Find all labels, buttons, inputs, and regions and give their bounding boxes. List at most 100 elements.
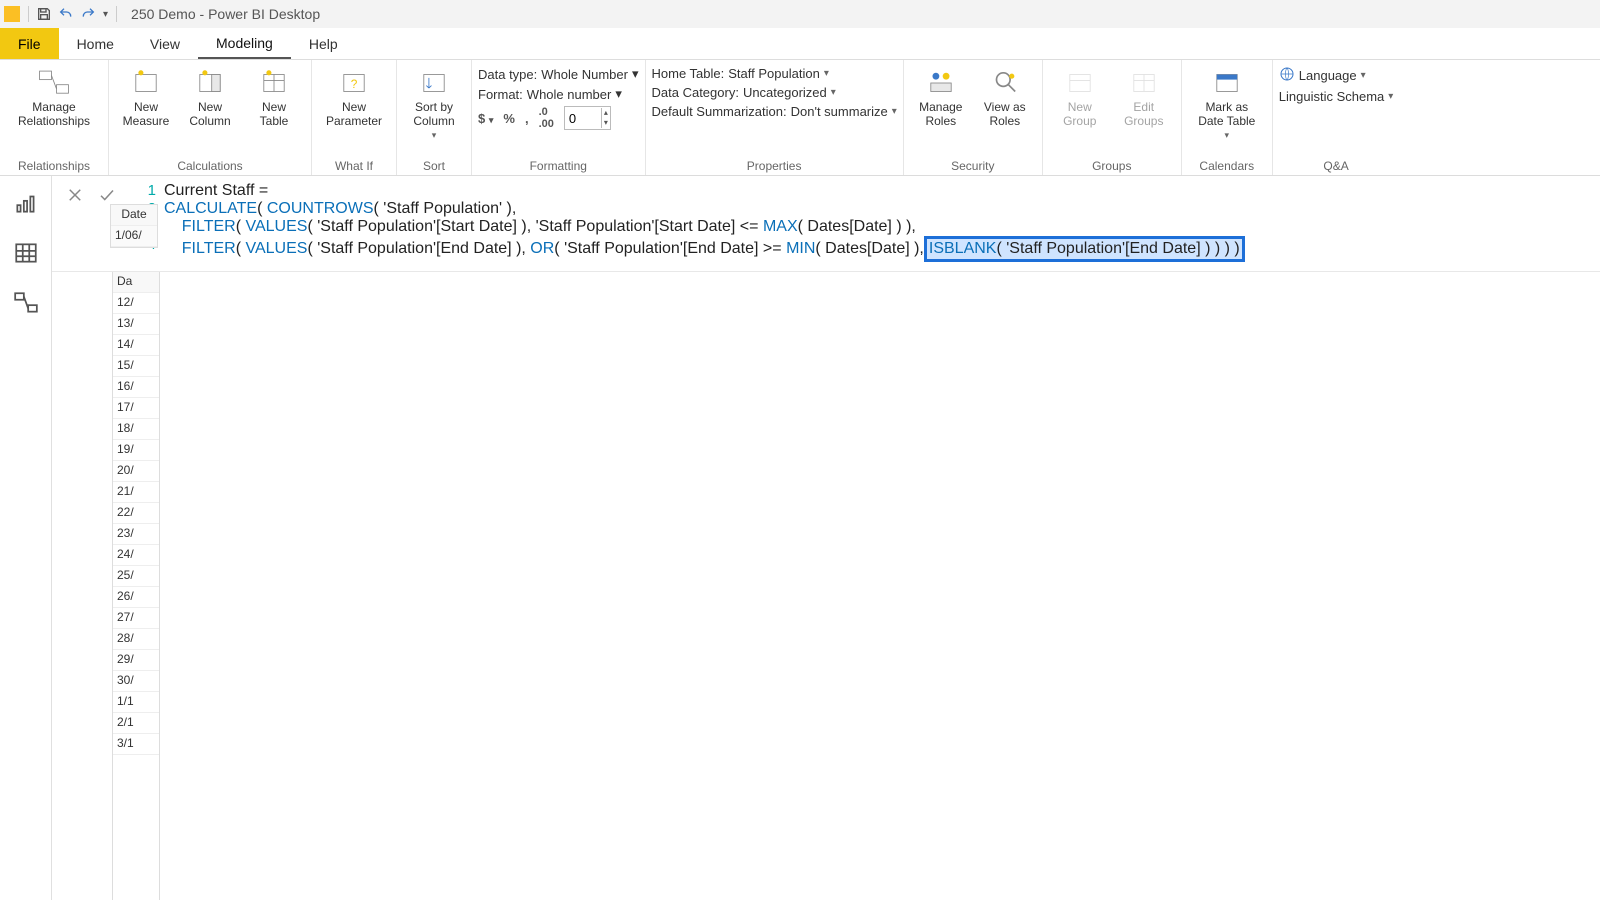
- viewas-icon: [988, 66, 1022, 100]
- grid-row[interactable]: 16/: [113, 377, 159, 398]
- cancel-formula-button[interactable]: [62, 182, 88, 208]
- new-parameter-button[interactable]: ? New Parameter: [318, 64, 390, 128]
- manage-relationships-label: Manage Relationships: [18, 100, 90, 128]
- grid-row[interactable]: 30/: [113, 671, 159, 692]
- chevron-down-icon: ▾: [615, 86, 622, 102]
- sort-icon: [417, 66, 451, 100]
- linguistic-schema-dropdown[interactable]: Linguistic Schema ▾: [1279, 89, 1394, 104]
- formula-highlight: ISBLANK( 'Staff Population'[End Date] ) …: [924, 236, 1245, 262]
- column-header-date[interactable]: Date: [111, 205, 157, 226]
- data-grid-col2[interactable]: Da 12/13/14/15/16/17/18/19/20/21/22/23/2…: [112, 272, 160, 900]
- grid-row[interactable]: 26/: [113, 587, 159, 608]
- ribbon-group-sort: Sort by Column ▾ Sort: [397, 60, 472, 175]
- qat-divider-2: [116, 6, 117, 22]
- data-grid-col-date[interactable]: Date 1/06/: [110, 204, 158, 248]
- undo-icon[interactable]: [55, 3, 77, 25]
- grid-row[interactable]: 1/1: [113, 692, 159, 713]
- ribbon: Manage Relationships Relationships New M…: [0, 60, 1600, 176]
- ribbon-group-properties: Home Table: Staff Population ▾ Data Cate…: [646, 60, 904, 175]
- thousands-button[interactable]: ,: [525, 111, 529, 126]
- globe-icon: [1279, 66, 1295, 85]
- grid-row[interactable]: 12/: [113, 293, 159, 314]
- parameter-icon: ?: [337, 66, 371, 100]
- measure-icon: [129, 66, 163, 100]
- main-area: 1 Current Staff = 2 CALCULATE( COUNTROWS…: [52, 176, 1600, 900]
- grid-row[interactable]: 3/1: [113, 734, 159, 755]
- decimal-places-input[interactable]: ▴▾: [564, 106, 611, 130]
- tab-view[interactable]: View: [132, 28, 198, 59]
- window-title: 250 Demo - Power BI Desktop: [131, 6, 320, 22]
- relationships-icon: [37, 66, 71, 100]
- currency-button[interactable]: $ ▾: [478, 111, 493, 126]
- edit-groups-icon: [1127, 66, 1161, 100]
- home-table-dropdown[interactable]: Home Table: Staff Population ▾: [652, 66, 897, 81]
- tab-file[interactable]: File: [0, 28, 59, 59]
- data-view-icon[interactable]: [13, 240, 39, 266]
- grid-row[interactable]: 20/: [113, 461, 159, 482]
- new-table-button[interactable]: New Table: [243, 64, 305, 128]
- formula-bar: 1 Current Staff = 2 CALCULATE( COUNTROWS…: [52, 176, 1600, 272]
- chevron-down-icon: ▾: [892, 106, 897, 117]
- ribbon-group-whatif: ? New Parameter What If: [312, 60, 397, 175]
- manage-relationships-button[interactable]: Manage Relationships: [6, 64, 102, 128]
- group-label-relationships: Relationships: [18, 159, 90, 173]
- grid-row[interactable]: 21/: [113, 482, 159, 503]
- default-summarization-dropdown[interactable]: Default Summarization: Don't summarize ▾: [652, 104, 897, 119]
- chevron-down-icon: ▾: [1361, 70, 1366, 81]
- qat-customize-icon[interactable]: ▾: [99, 9, 112, 20]
- grid-row[interactable]: 1/06/: [111, 226, 157, 247]
- mark-as-date-table-button[interactable]: Mark as Date Table ▾: [1188, 64, 1266, 142]
- edit-groups-button: Edit Groups: [1113, 64, 1175, 128]
- ribbon-group-calendars: Mark as Date Table ▾ Calendars: [1182, 60, 1273, 175]
- grid-row[interactable]: 17/: [113, 398, 159, 419]
- chevron-down-icon: ▾: [831, 87, 836, 98]
- decimal-places-value[interactable]: [565, 111, 601, 126]
- grid-row[interactable]: 22/: [113, 503, 159, 524]
- language-dropdown[interactable]: Language ▾: [1279, 66, 1366, 85]
- decimal-icon: .0.00: [539, 106, 554, 130]
- tab-modeling[interactable]: Modeling: [198, 28, 291, 59]
- data-grid[interactable]: Date 1/06/ Da 12/13/14/15/16/17/18/19/20…: [52, 272, 1600, 900]
- menu-tab-bar: File Home View Modeling Help: [0, 28, 1600, 60]
- format-dropdown[interactable]: Format: Whole number ▾: [478, 86, 639, 102]
- formula-editor[interactable]: 1 Current Staff = 2 CALCULATE( COUNTROWS…: [130, 176, 1600, 271]
- grid-row[interactable]: 27/: [113, 608, 159, 629]
- grid-row[interactable]: 23/: [113, 524, 159, 545]
- decimal-spinner[interactable]: ▴▾: [601, 108, 610, 128]
- redo-icon[interactable]: [77, 3, 99, 25]
- new-group-icon: [1063, 66, 1097, 100]
- grid-row[interactable]: 15/: [113, 356, 159, 377]
- view-as-roles-button[interactable]: View as Roles: [974, 64, 1036, 128]
- table-icon: [257, 66, 291, 100]
- grid-row[interactable]: 24/: [113, 545, 159, 566]
- tab-home[interactable]: Home: [59, 28, 132, 59]
- ribbon-group-qa: Language ▾ Linguistic Schema ▾ Q&A: [1273, 60, 1400, 175]
- grid-row[interactable]: 28/: [113, 629, 159, 650]
- qat-divider: [28, 6, 29, 22]
- grid-row[interactable]: 25/: [113, 566, 159, 587]
- model-view-icon[interactable]: [13, 290, 39, 316]
- grid-row[interactable]: 2/1: [113, 713, 159, 734]
- ribbon-group-calculations: New Measure New Column New Table Calcula…: [109, 60, 312, 175]
- view-switcher: [0, 176, 52, 900]
- sort-by-column-button[interactable]: Sort by Column ▾: [403, 64, 465, 142]
- new-measure-button[interactable]: New Measure: [115, 64, 177, 128]
- new-column-button[interactable]: New Column: [179, 64, 241, 128]
- title-bar: ▾ 250 Demo - Power BI Desktop: [0, 0, 1600, 28]
- save-icon[interactable]: [33, 3, 55, 25]
- grid-row[interactable]: 13/: [113, 314, 159, 335]
- data-type-dropdown[interactable]: Data type: Whole Number ▾: [478, 66, 639, 82]
- column-header[interactable]: Da: [113, 272, 159, 293]
- manage-roles-button[interactable]: Manage Roles: [910, 64, 972, 128]
- chevron-down-icon: ▾: [1388, 91, 1393, 102]
- data-category-dropdown[interactable]: Data Category: Uncategorized ▾: [652, 85, 897, 100]
- percent-button[interactable]: %: [503, 111, 515, 126]
- ribbon-group-groups: New Group Edit Groups Groups: [1043, 60, 1182, 175]
- grid-row[interactable]: 14/: [113, 335, 159, 356]
- tab-help[interactable]: Help: [291, 28, 356, 59]
- grid-row[interactable]: 29/: [113, 650, 159, 671]
- grid-row[interactable]: 19/: [113, 440, 159, 461]
- svg-text:?: ?: [351, 77, 358, 91]
- report-view-icon[interactable]: [13, 190, 39, 216]
- grid-row[interactable]: 18/: [113, 419, 159, 440]
